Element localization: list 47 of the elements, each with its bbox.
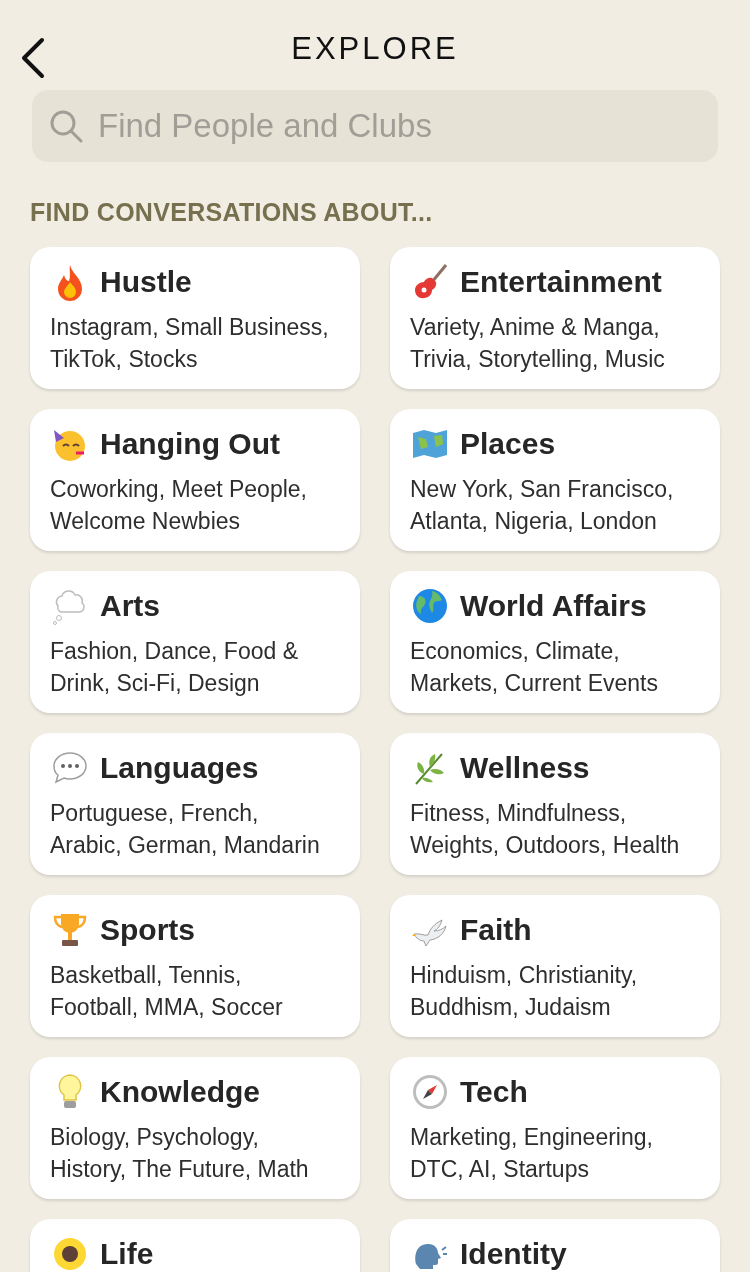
search-bar[interactable]: Find People and Clubs bbox=[32, 90, 718, 162]
topic-card[interactable]: Life bbox=[30, 1219, 360, 1272]
topic-subtitle: Instagram, Small Business, TikTok, Stocks bbox=[50, 313, 330, 374]
topic-title: Life bbox=[100, 1237, 154, 1271]
topic-subtitle: Biology, Psychology, History, The Future, Math bbox=[50, 1123, 310, 1184]
topic-card[interactable]: Knowledge Biology, Psychology, History, The Future, Math bbox=[30, 1057, 360, 1199]
topic-card[interactable]: Wellness Fitness, Mindfulness, Weights, Outdoors, Health bbox=[390, 733, 720, 875]
topic-title: Languages bbox=[100, 751, 259, 785]
topic-subtitle: Hinduism, Christianity, Buddhism, Judaism bbox=[410, 961, 639, 1022]
topic-card[interactable]: Sports Basketball, Tennis, Football, MMA, Soccer bbox=[30, 895, 360, 1037]
topic-subtitle: Marketing, Engineering, DTC, AI, Startups bbox=[410, 1123, 654, 1184]
topic-title: Faith bbox=[460, 913, 532, 947]
compass-icon bbox=[410, 1072, 450, 1112]
topic-title: Sports bbox=[100, 913, 195, 947]
topic-title: Hustle bbox=[100, 265, 192, 299]
topic-title: Wellness bbox=[460, 751, 590, 785]
topic-card[interactable]: World Affairs Economics, Climate, Markets, Current Events bbox=[390, 571, 720, 713]
topic-subtitle: Fashion, Dance, Food & Drink, Sci-Fi, Design bbox=[50, 637, 300, 698]
topic-title: Places bbox=[460, 427, 556, 461]
topic-card[interactable]: Places New York, San Francisco, Atlanta, Nigeria, London bbox=[390, 409, 720, 551]
section-heading: FIND CONVERSATIONS ABOUT... bbox=[30, 198, 434, 227]
topic-card[interactable]: Arts Fashion, Dance, Food & Drink, Sci-Fi, Design bbox=[30, 571, 360, 713]
topic-title: Hanging Out bbox=[100, 427, 280, 461]
topic-card[interactable]: Identity bbox=[390, 1219, 720, 1272]
topic-title: Tech bbox=[460, 1075, 528, 1109]
topic-title: Knowledge bbox=[100, 1075, 260, 1109]
topic-subtitle: New York, San Francisco, Atlanta, Nigeria, London bbox=[410, 475, 675, 536]
search-icon bbox=[48, 108, 84, 144]
topic-subtitle: Basketball, Tennis, Football, MMA, Soccer bbox=[50, 961, 284, 1022]
topic-subtitle: Variety, Anime & Manga, Trivia, Storytelling, Music bbox=[410, 313, 666, 374]
topic-card[interactable]: Faith Hinduism, Christianity, Buddhism, Judaism bbox=[390, 895, 720, 1037]
search-field[interactable]: Find People and Clubs bbox=[96, 106, 702, 146]
topic-card[interactable]: Hanging Out Coworking, Meet People, Welcome Newbies bbox=[30, 409, 360, 551]
topic-subtitle: Economics, Climate, Markets, Current Events bbox=[410, 637, 659, 698]
topic-title: World Affairs bbox=[460, 589, 647, 623]
topic-subtitle: Portuguese, French, Arabic, German, Mandarin bbox=[50, 799, 321, 860]
topic-card[interactable]: Entertainment Variety, Anime & Manga, Trivia, Storytelling, Music bbox=[390, 247, 720, 389]
topic-title: Entertainment bbox=[460, 265, 662, 299]
globe-icon bbox=[410, 586, 450, 626]
topic-card[interactable]: Hustle Instagram, Small Business, TikTok, Stocks bbox=[30, 247, 360, 389]
topic-title: Arts bbox=[100, 589, 160, 623]
topic-subtitle: Coworking, Meet People, Welcome Newbies bbox=[50, 475, 308, 536]
topic-title: Identity bbox=[460, 1237, 567, 1271]
topic-card[interactable]: Tech Marketing, Engineering, DTC, AI, Startups bbox=[390, 1057, 720, 1199]
topic-subtitle: Fitness, Mindfulness, Weights, Outdoors, Health bbox=[410, 799, 681, 860]
page-title: EXPLORE bbox=[291, 30, 459, 67]
topic-card[interactable]: Languages Portuguese, French, Arabic, German, Mandarin bbox=[30, 733, 360, 875]
